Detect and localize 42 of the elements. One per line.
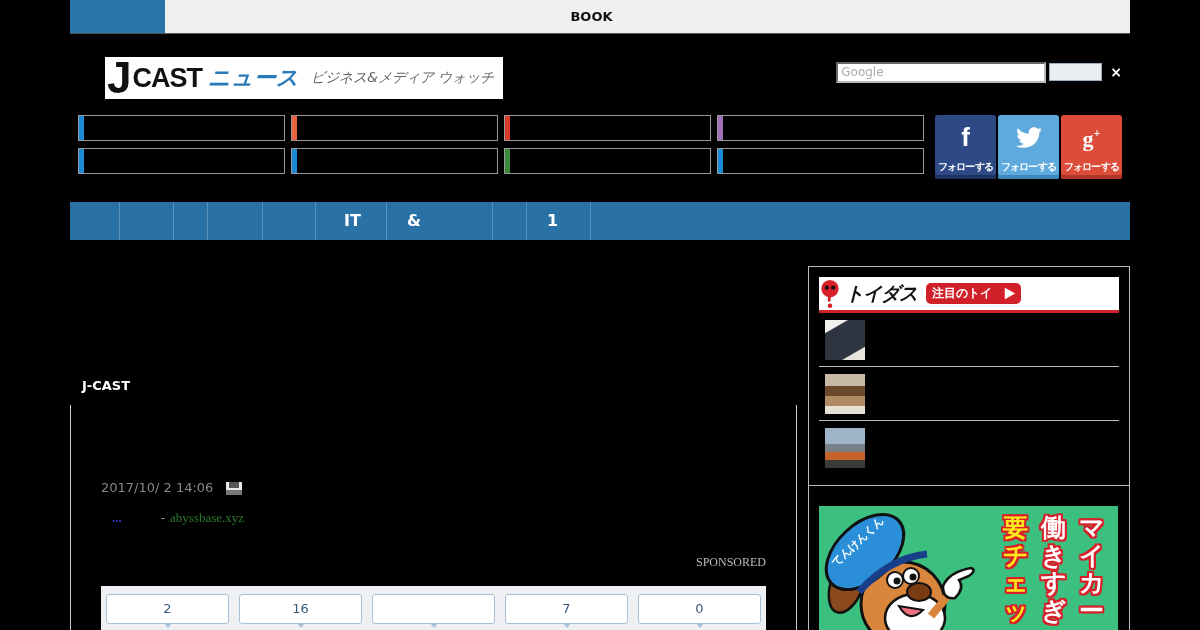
menu-link[interactable] [717, 148, 924, 174]
ad-banner[interactable]: てんけんくん 要チェッ 働きすぎ マイカー [819, 506, 1118, 630]
menu-link[interactable] [717, 115, 924, 141]
letter-g-plus-icon: g$^{+}$ [1082, 123, 1101, 151]
play-arrow-icon [1002, 284, 1019, 303]
ad-headline: 働きすぎ [1041, 514, 1066, 624]
bird-icon [1015, 127, 1042, 148]
ad-headline: 要チェッ [1003, 514, 1028, 624]
toidas-logo: トイダス [845, 280, 917, 306]
ad-headline: マイカー [1079, 514, 1104, 624]
separator-text: - [160, 511, 166, 525]
menu-link[interactable] [78, 148, 285, 174]
follow-button[interactable]: f フォローする [935, 115, 996, 179]
featured-link[interactable]: 注目のトイ [926, 283, 1021, 304]
photo-placeholder[interactable] [825, 428, 865, 468]
photo-placeholder[interactable] [825, 320, 865, 360]
photo-placeholder[interactable] [825, 374, 865, 414]
menu-link[interactable] [504, 115, 711, 141]
logo-name: ニュース [208, 64, 299, 92]
ellipsis-text: ... [112, 511, 122, 525]
nav-item[interactable]: 1 [527, 202, 591, 240]
logo-mark: J [107, 57, 132, 99]
follow-button[interactable]: g$^{+}$ フォローする [1061, 115, 1122, 179]
menu-link[interactable] [291, 148, 498, 174]
nav-item[interactable]: IT [316, 202, 387, 240]
cap-text: てんけんくん [828, 513, 888, 570]
tray-icon [226, 481, 243, 495]
section-label: J-CAST [82, 378, 131, 394]
site-logo[interactable]: JCAST ニュース ビジネス&メディア ウォッチ [105, 57, 503, 99]
top-bar-title: BOOK [569, 9, 614, 24]
nav-item[interactable]: & [387, 202, 493, 240]
logo-brand: CAST [132, 62, 202, 94]
logo-tagline: ビジネス&メディア ウォッチ [311, 69, 495, 87]
source-link[interactable]: abyssbase.xyz [170, 511, 245, 525]
menu-link[interactable] [78, 115, 285, 141]
letter-f-icon: f [961, 123, 970, 151]
search-field[interactable]: Google [836, 61, 1047, 83]
menu-link[interactable] [504, 148, 711, 174]
sponsored-label: SPONSORED [695, 556, 766, 569]
close-button[interactable]: × [1110, 64, 1122, 80]
menu-link[interactable] [291, 115, 498, 141]
article-date: 2017/10/ 2 14:06 [101, 481, 214, 495]
